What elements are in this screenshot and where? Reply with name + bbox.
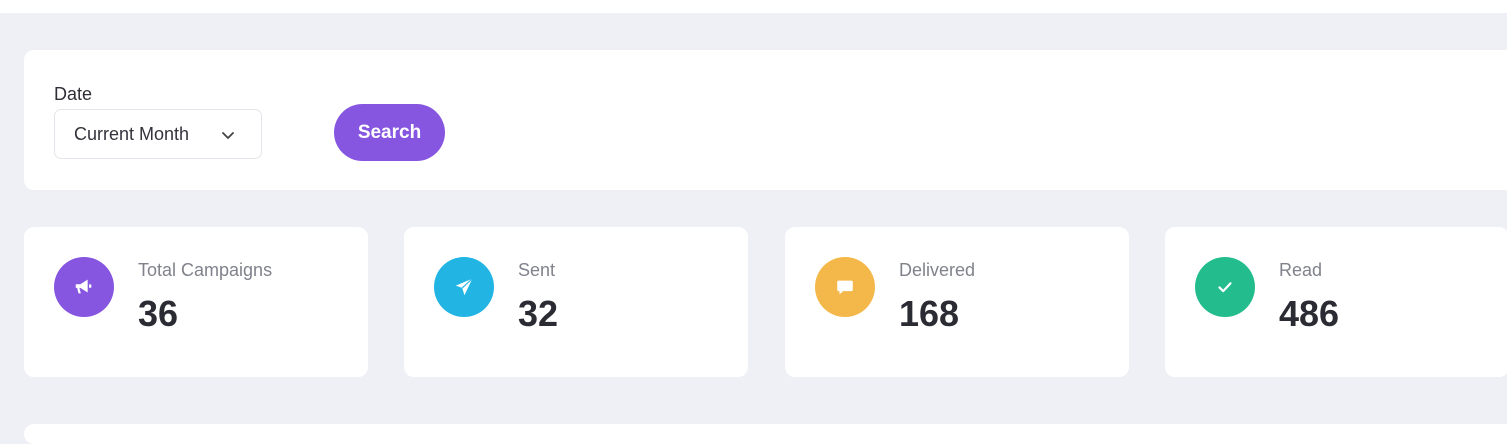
filter-card: Date Current Month Search bbox=[24, 50, 1507, 190]
stat-card-read: Read 486 bbox=[1165, 227, 1507, 377]
stat-value: 486 bbox=[1279, 293, 1340, 334]
content-card bbox=[24, 424, 1507, 444]
stat-label: Sent bbox=[518, 260, 556, 280]
chevron-down-icon bbox=[222, 132, 234, 139]
stat-label: Read bbox=[1279, 260, 1323, 280]
check-icon bbox=[1195, 257, 1255, 317]
stat-card-delivered: Delivered 168 bbox=[785, 227, 1129, 377]
stat-label: Delivered bbox=[899, 260, 976, 280]
search-button[interactable]: Search bbox=[334, 104, 445, 161]
paper-plane-icon bbox=[434, 257, 494, 317]
chat-bubble-icon bbox=[815, 257, 875, 317]
stat-value: 36 bbox=[138, 293, 179, 334]
stat-value: 32 bbox=[518, 293, 559, 334]
date-select-value: Current Month bbox=[74, 123, 190, 144]
top-bar bbox=[0, 0, 1507, 13]
date-select[interactable]: Current Month bbox=[54, 109, 262, 159]
stat-label: Total Campaigns bbox=[138, 260, 273, 280]
stat-card-total-campaigns: Total Campaigns 36 bbox=[24, 227, 368, 377]
stat-value: 168 bbox=[899, 293, 960, 334]
stat-card-sent: Sent 32 bbox=[404, 227, 748, 377]
megaphone-icon bbox=[54, 257, 114, 317]
date-label: Date bbox=[54, 84, 93, 104]
